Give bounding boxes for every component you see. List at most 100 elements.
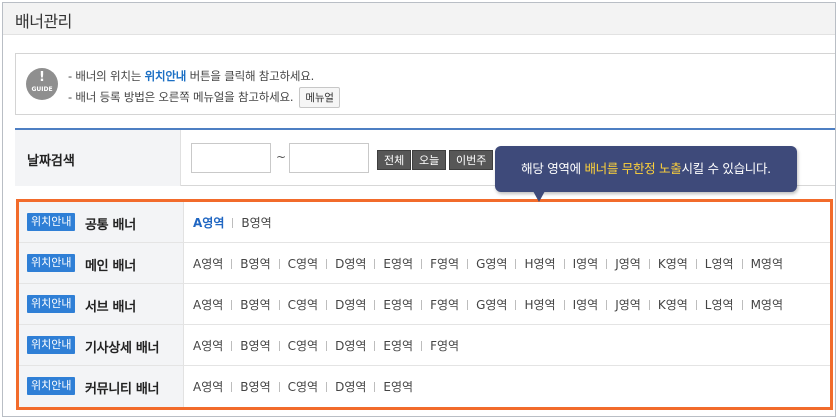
- banner-management-window: 배너관리 ! GUIDE - 배너의 위치는 위치안내 버튼을 클릭해 참고하세…: [2, 2, 836, 417]
- area-separator: [467, 259, 469, 269]
- area-separator: [695, 300, 697, 310]
- banner-name: 공통 배너: [85, 218, 136, 233]
- area-list: A영역 B영역 C영역 D영역 E영역 F영역 G영역 H영역 I영역 J영역 K영역 L영역 M영역: [193, 296, 783, 313]
- area-link[interactable]: D영역: [335, 378, 366, 395]
- area-link[interactable]: E영역: [383, 337, 413, 354]
- banner-row: 위치안내 커뮤니티 배너 A영역 B영역 C영역 D영역 E영역: [19, 366, 830, 407]
- area-list: A영역 B영역 C영역 D영역 E영역 F영역: [193, 337, 459, 354]
- manual-button[interactable]: 메뉴얼: [299, 87, 340, 108]
- area-link[interactable]: L영역: [705, 255, 734, 272]
- area-link[interactable]: D영역: [335, 296, 366, 313]
- area-link[interactable]: J영역: [615, 296, 641, 313]
- area-link[interactable]: I영역: [573, 255, 599, 272]
- area-link[interactable]: J영역: [615, 255, 641, 272]
- area-separator: [421, 341, 423, 351]
- area-link[interactable]: M영역: [751, 255, 783, 272]
- guide-line1-prefix: - 배너의 위치는: [68, 69, 145, 83]
- area-link[interactable]: B영역: [240, 378, 270, 395]
- area-link[interactable]: I영역: [573, 296, 599, 313]
- banner-row-header: 위치안내 메인 배너: [19, 243, 184, 283]
- area-separator: [563, 259, 565, 269]
- area-separator: [421, 259, 423, 269]
- banner-row: 위치안내 메인 배너 A영역 B영역 C영역 D영역 E영역 F영역 G영역 H영역 I영역 J영역 K…: [19, 243, 830, 284]
- area-link[interactable]: C영역: [288, 378, 318, 395]
- filter-this-week-button[interactable]: 이번주: [449, 150, 494, 170]
- area-link[interactable]: A영역: [193, 214, 224, 231]
- banner-name: 메인 배너: [85, 259, 136, 274]
- area-link[interactable]: F영역: [430, 337, 459, 354]
- location-guide-button[interactable]: 위치안내: [27, 377, 76, 395]
- title-bar: 배너관리: [3, 3, 835, 35]
- location-guide-button[interactable]: 위치안내: [27, 336, 76, 354]
- guide-icon-text: GUIDE: [31, 86, 53, 93]
- tooltip-prefix: 해당 영역에: [521, 161, 585, 176]
- filter-all-button[interactable]: 전체: [377, 150, 412, 170]
- area-link[interactable]: A영역: [193, 337, 223, 354]
- banner-row: 위치안내 서브 배너 A영역 B영역 C영역 D영역 E영역 F영역 G영역 H영역 I영역 J영역 K…: [19, 284, 830, 325]
- tooltip-highlight: 배너를 무한정 노출: [584, 161, 682, 176]
- area-link[interactable]: H영역: [524, 296, 555, 313]
- area-link[interactable]: C영역: [288, 255, 318, 272]
- area-link[interactable]: F영역: [430, 296, 459, 313]
- area-link[interactable]: M영역: [751, 296, 783, 313]
- area-link[interactable]: C영역: [288, 296, 318, 313]
- banner-area-panel: 위치안내 공통 배너 A영역 B영역 위치안내 메인 배너 A영역 B영역 C영역 D영역 E영역 F…: [16, 199, 833, 410]
- area-link[interactable]: B영역: [240, 296, 270, 313]
- area-link[interactable]: C영역: [288, 337, 318, 354]
- area-separator: [741, 300, 743, 310]
- area-link[interactable]: F영역: [430, 255, 459, 272]
- area-link[interactable]: A영역: [193, 255, 223, 272]
- guide-line1-highlight: 위치안내: [144, 69, 187, 83]
- area-link[interactable]: G영역: [476, 296, 507, 313]
- area-separator: [231, 341, 233, 351]
- area-link[interactable]: D영역: [335, 337, 366, 354]
- banner-row: 위치안내 공통 배너 A영역 B영역: [19, 202, 830, 243]
- banner-name: 서브 배너: [85, 300, 136, 315]
- banner-row-header: 위치안내 서브 배너: [19, 284, 184, 324]
- area-link[interactable]: L영역: [705, 296, 734, 313]
- end-date-input[interactable]: [289, 143, 369, 173]
- guide-line-manual: - 배너 등록 방법은 오른쪽 메뉴얼을 참고하세요. 메뉴얼: [68, 87, 340, 108]
- location-guide-button[interactable]: 위치안내: [27, 295, 76, 313]
- area-link[interactable]: H영역: [524, 255, 555, 272]
- area-separator: [278, 341, 280, 351]
- area-link[interactable]: A영역: [193, 296, 223, 313]
- area-separator: [741, 259, 743, 269]
- area-link[interactable]: K영역: [658, 255, 688, 272]
- area-list: A영역 B영역 C영역 D영역 E영역 F영역 G영역 H영역 I영역 J영역 K영역 L영역 M영역: [193, 255, 783, 272]
- area-separator: [563, 300, 565, 310]
- area-separator: [695, 259, 697, 269]
- area-link[interactable]: A영역: [193, 378, 223, 395]
- area-link[interactable]: E영역: [383, 255, 413, 272]
- area-link[interactable]: K영역: [658, 296, 688, 313]
- filter-today-button[interactable]: 오늘: [412, 150, 447, 170]
- area-link[interactable]: E영역: [383, 296, 413, 313]
- area-link[interactable]: B영역: [240, 337, 270, 354]
- location-guide-button[interactable]: 위치안내: [27, 213, 76, 231]
- tooltip-suffix: 시킬 수 있습니다.: [681, 161, 771, 176]
- area-separator: [374, 382, 376, 392]
- area-separator: [278, 259, 280, 269]
- area-separator: [374, 259, 376, 269]
- banner-row-header: 위치안내 기사상세 배너: [19, 325, 184, 365]
- guide-icon-mark: !: [39, 70, 45, 85]
- area-separator: [232, 218, 234, 228]
- area-link[interactable]: B영역: [241, 214, 271, 231]
- area-separator: [326, 382, 328, 392]
- start-date-input[interactable]: [191, 143, 271, 173]
- banner-name: 커뮤니티 배너: [85, 382, 160, 397]
- area-link[interactable]: B영역: [240, 255, 270, 272]
- search-label-cell: 날짜검색: [15, 130, 181, 186]
- area-separator: [421, 300, 423, 310]
- area-link[interactable]: D영역: [335, 255, 366, 272]
- location-guide-button[interactable]: 위치안내: [27, 254, 76, 272]
- area-list: A영역 B영역: [193, 214, 272, 231]
- area-separator: [374, 341, 376, 351]
- area-separator: [278, 300, 280, 310]
- area-separator: [515, 300, 517, 310]
- tooltip-arrow: [533, 191, 545, 202]
- area-separator: [515, 259, 517, 269]
- area-link[interactable]: E영역: [383, 378, 413, 395]
- banner-name: 기사상세 배너: [85, 341, 160, 356]
- area-link[interactable]: G영역: [476, 255, 507, 272]
